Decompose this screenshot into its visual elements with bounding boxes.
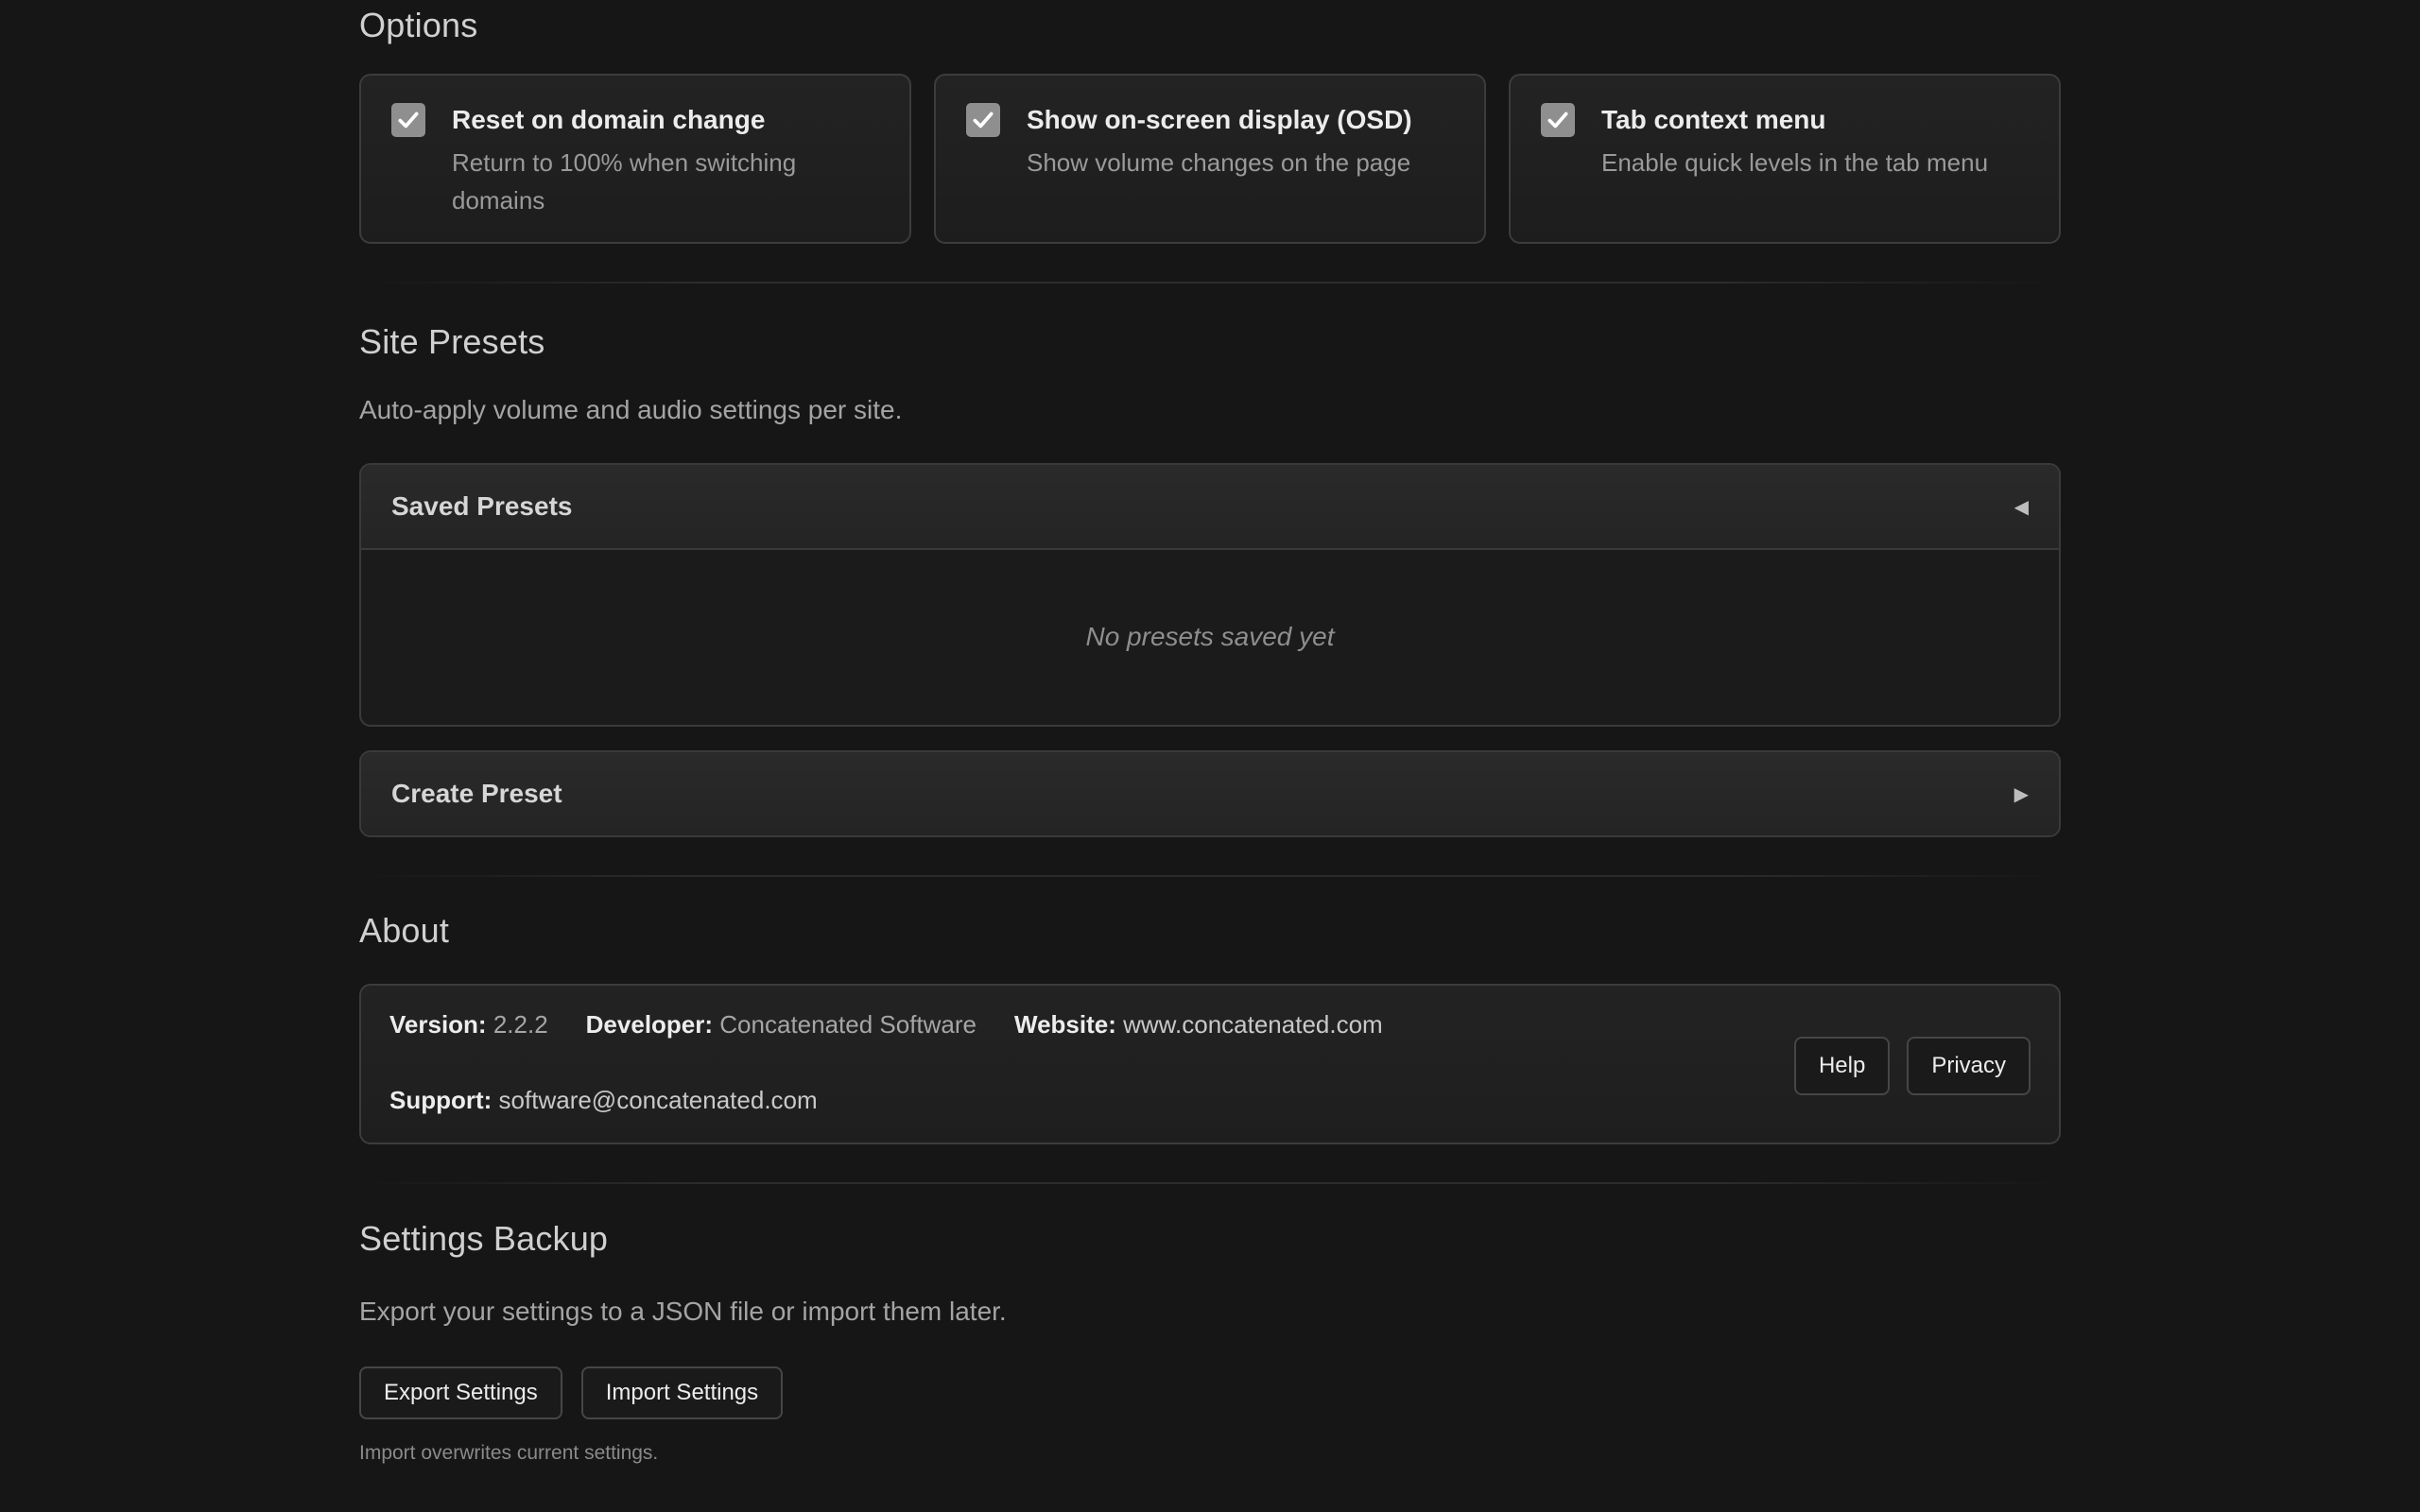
import-warning-note: Import overwrites current settings. — [359, 1442, 659, 1464]
option-show-osd[interactable]: Show on-screen display (OSD) Show volume… — [934, 74, 1486, 244]
site-presets-heading: Site Presets — [359, 322, 545, 361]
section-divider — [359, 282, 2061, 284]
developer-info: Developer: Concatenated Software — [586, 1010, 977, 1040]
website-link[interactable]: www.concatenated.com — [1123, 1010, 1383, 1039]
options-page: Options Reset on domain change Return to… — [0, 0, 2420, 1512]
import-settings-button[interactable]: Import Settings — [580, 1366, 784, 1419]
help-button[interactable]: Help — [1793, 1037, 1891, 1095]
create-preset-panel: Create Preset ▶ — [359, 750, 2061, 837]
show-osd-checkbox[interactable] — [966, 103, 1000, 137]
option-description: Show volume changes on the page — [1027, 148, 1411, 177]
options-heading: Options — [359, 6, 478, 44]
site-presets-description: Auto-apply volume and audio settings per… — [359, 395, 903, 424]
developer-value: Concatenated Software — [719, 1010, 977, 1039]
create-preset-title: Create Preset — [391, 779, 562, 808]
option-label: Reset on domain change — [452, 105, 766, 134]
support-label: Support: — [389, 1086, 493, 1114]
option-description: Enable quick levels in the tab menu — [1601, 148, 1989, 177]
developer-label: Developer: — [585, 1010, 714, 1039]
option-label: Show on-screen display (OSD) — [1027, 105, 1412, 134]
settings-backup-heading: Settings Backup — [359, 1219, 609, 1258]
checkmark-icon — [973, 112, 994, 129]
checkmark-icon — [398, 112, 419, 129]
reset-domain-checkbox[interactable] — [391, 103, 425, 137]
version-label: Version: — [389, 1010, 487, 1039]
website-label: Website: — [1014, 1010, 1116, 1039]
saved-presets-body: No presets saved yet — [361, 548, 2059, 724]
website-info: Website: www.concatenated.com — [1014, 1010, 1383, 1040]
caret-left-icon: ◀ — [2014, 496, 2029, 518]
support-info: Support: software@concatenated.com — [389, 1086, 818, 1115]
create-preset-header[interactable]: Create Preset ▶ — [361, 752, 2059, 835]
option-tab-context-menu[interactable]: Tab context menu Enable quick levels in … — [1509, 74, 2061, 244]
options-grid: Reset on domain change Return to 100% wh… — [359, 74, 2061, 244]
saved-presets-title: Saved Presets — [391, 491, 573, 521]
option-reset-on-domain-change[interactable]: Reset on domain change Return to 100% wh… — [359, 74, 911, 244]
caret-right-icon: ▶ — [2014, 783, 2029, 805]
saved-presets-panel: Saved Presets ◀ No presets saved yet — [359, 463, 2061, 727]
option-label: Tab context menu — [1601, 105, 1826, 134]
privacy-button[interactable]: Privacy — [1907, 1037, 2031, 1095]
about-card: Version: 2.2.2 Developer: Concatenated S… — [359, 984, 2061, 1144]
settings-backup-description: Export your settings to a JSON file or i… — [359, 1297, 1007, 1326]
empty-presets-message: No presets saved yet — [1085, 622, 1335, 651]
section-divider — [359, 875, 2061, 877]
version-value: 2.2.2 — [493, 1010, 548, 1039]
saved-presets-header[interactable]: Saved Presets ◀ — [361, 465, 2059, 548]
about-heading: About — [359, 911, 450, 950]
checkmark-icon — [1547, 112, 1568, 129]
export-settings-button[interactable]: Export Settings — [359, 1366, 562, 1419]
option-description: Return to 100% when switching domains — [452, 148, 797, 215]
tab-context-menu-checkbox[interactable] — [1541, 103, 1575, 137]
section-divider — [359, 1182, 2061, 1184]
version-info: Version: 2.2.2 — [389, 1010, 548, 1040]
support-email-link[interactable]: software@concatenated.com — [499, 1086, 818, 1114]
